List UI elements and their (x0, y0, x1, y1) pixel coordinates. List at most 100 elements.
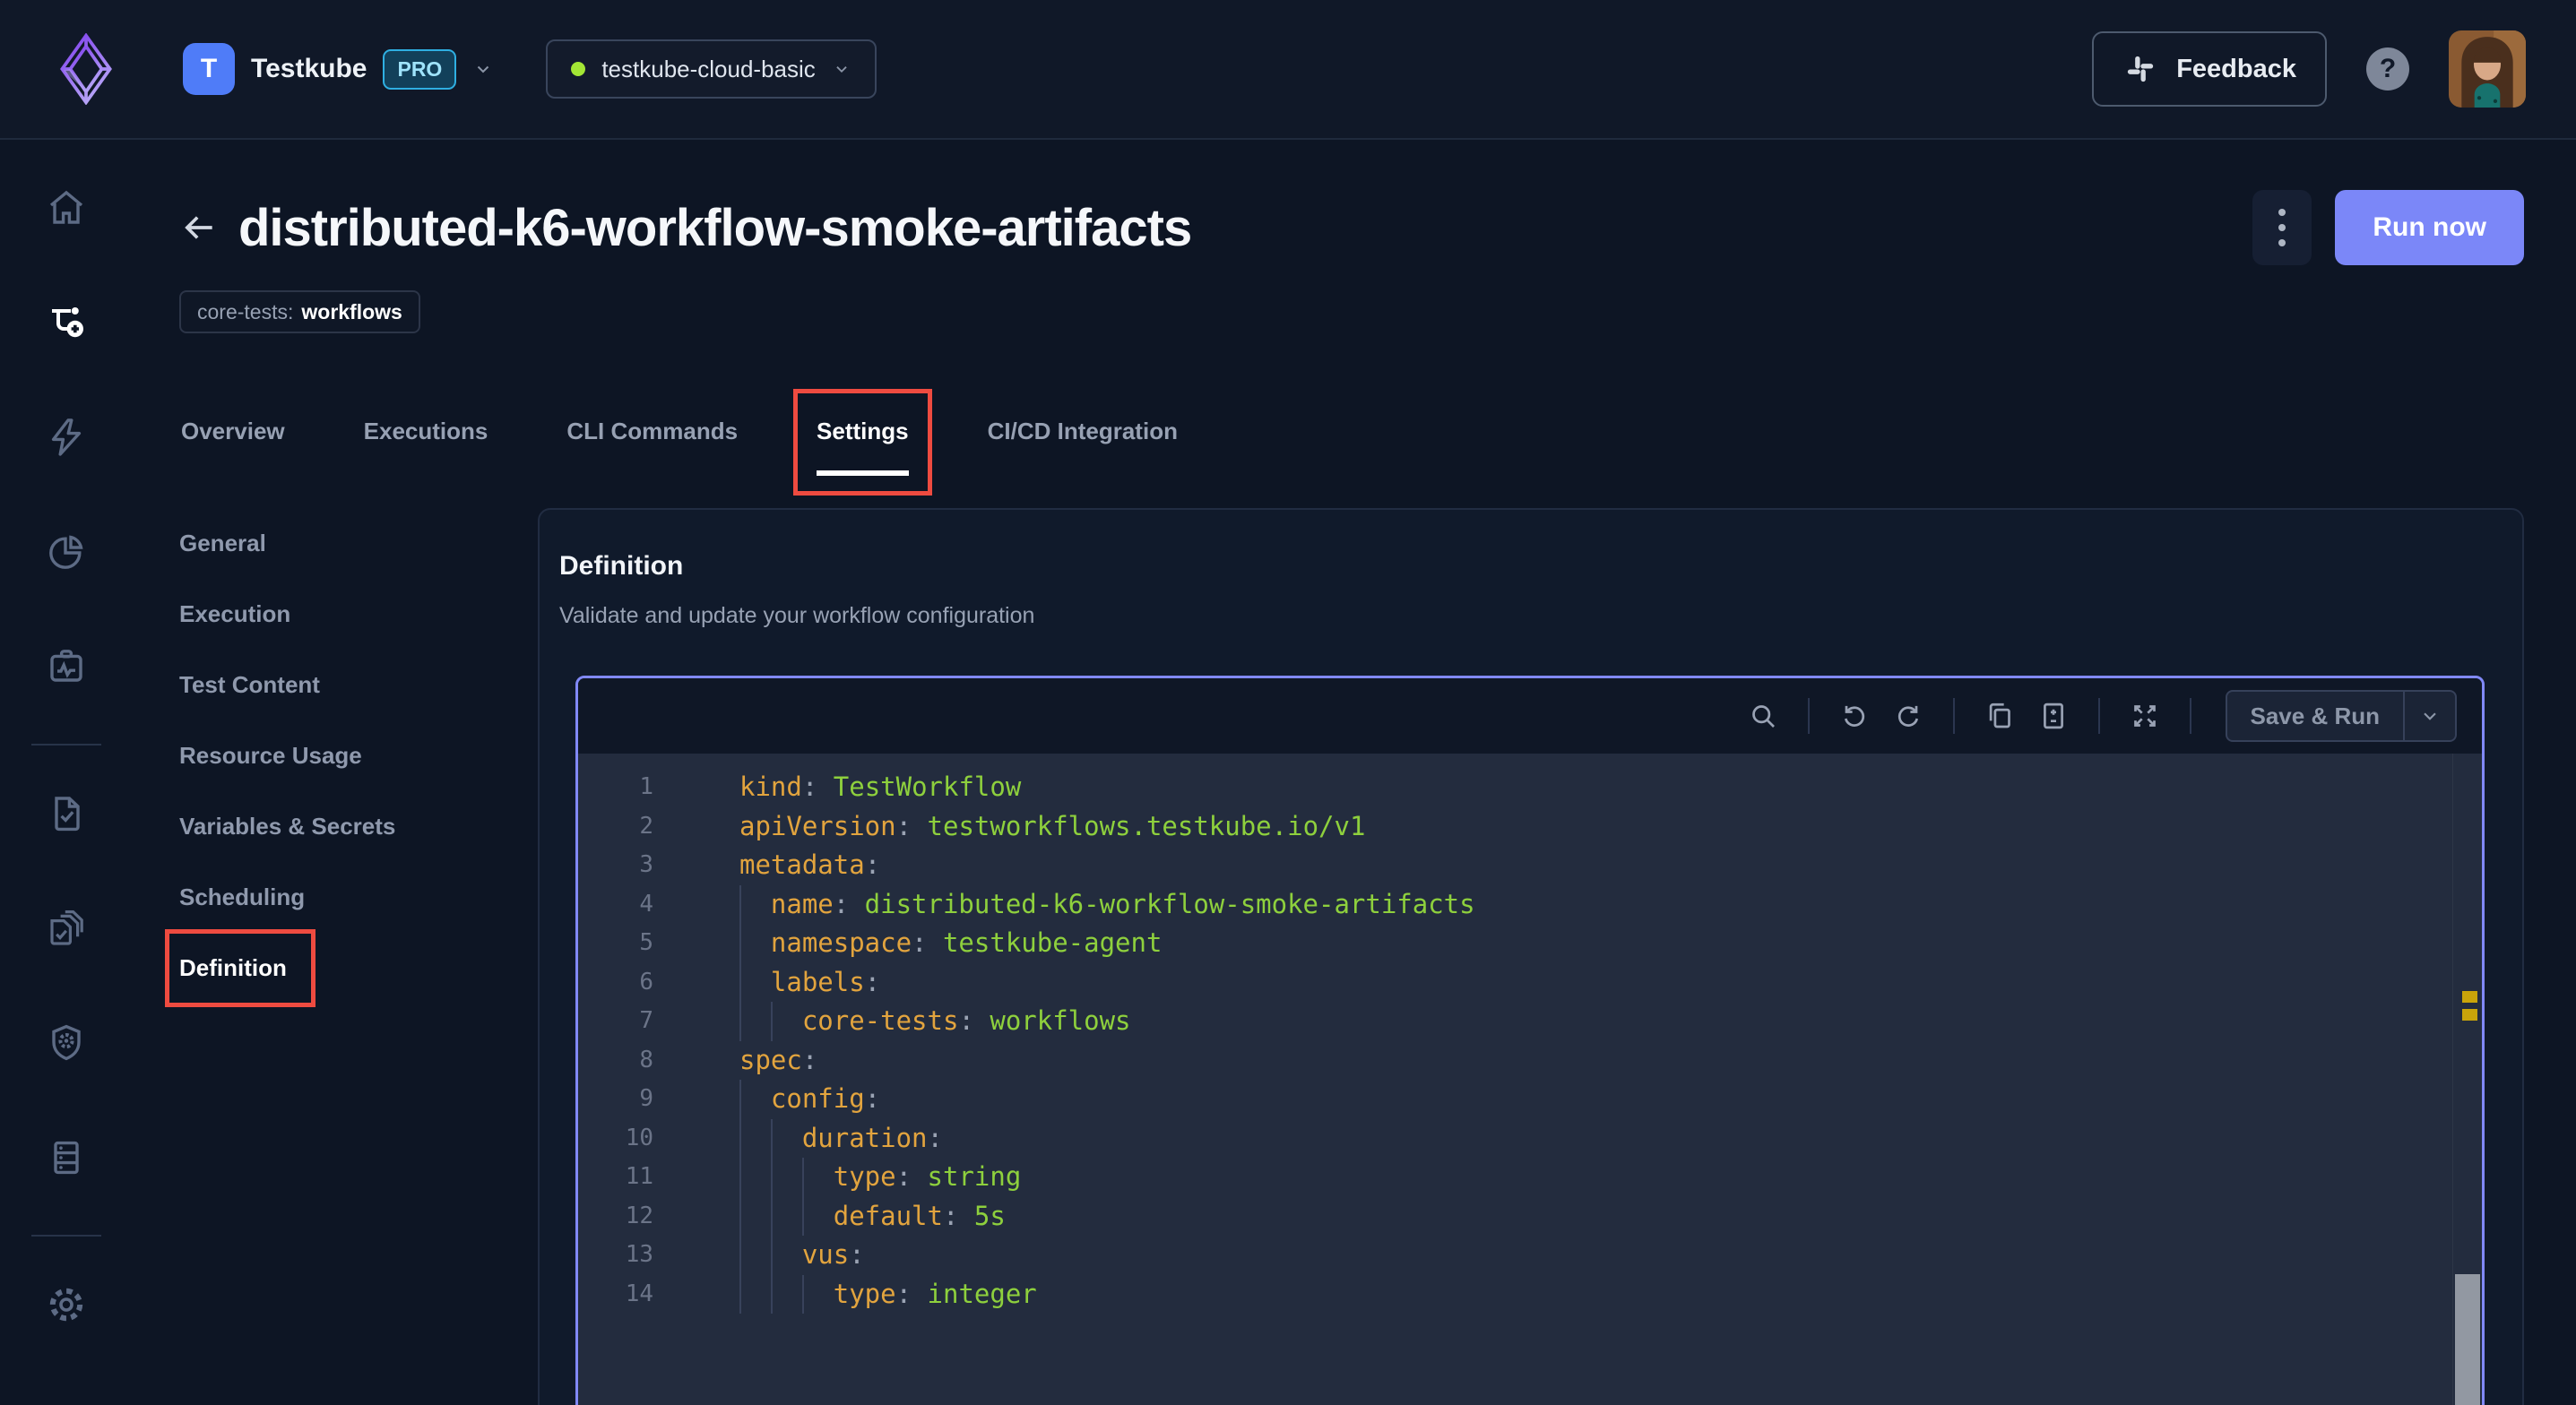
definition-panel: Definition Validate and update your work… (538, 508, 2524, 1405)
line-number: 8 (578, 1041, 653, 1081)
environment-name: testkube-cloud-basic (601, 56, 815, 83)
page-title: distributed-k6-workflow-smoke-artifacts (238, 198, 1191, 258)
org-name: Testkube (251, 54, 367, 84)
environment-selector[interactable]: testkube-cloud-basic (546, 39, 876, 99)
code-area[interactable]: 1kind: TestWorkflow2apiVersion: testwork… (578, 754, 2482, 1314)
warning-mark (2462, 1009, 2477, 1021)
undo-icon[interactable] (1838, 700, 1871, 732)
indent-guide (739, 1080, 741, 1119)
line-number: 2 (578, 807, 653, 847)
code-line[interactable]: 11type: string (578, 1158, 2482, 1197)
search-icon[interactable] (1747, 700, 1779, 732)
line-number: 11 (578, 1158, 653, 1197)
indent-guide (771, 1002, 773, 1041)
label-chip[interactable]: core-tests: workflows (179, 290, 420, 333)
label-chip-key: core-tests: (197, 300, 293, 324)
create-test-icon[interactable] (45, 301, 88, 344)
toolbar-divider (1953, 698, 1955, 734)
indent-guide (771, 1119, 773, 1159)
tab-overview[interactable]: Overview (181, 418, 285, 496)
settings-subnav: General Execution Test Content Resource Usa… (179, 508, 538, 1405)
code-line[interactable]: 3metadata: (578, 846, 2482, 885)
line-number: 9 (578, 1080, 653, 1119)
more-options-kebab-icon[interactable] (2252, 190, 2312, 265)
insights-pie-icon[interactable] (45, 530, 88, 573)
tabs: Overview Executions CLI Commands Settings CI… (179, 418, 2524, 496)
code-line[interactable]: 7core-tests: workflows (578, 1002, 2482, 1041)
line-number: 7 (578, 1002, 653, 1041)
indent-guide (802, 1158, 804, 1197)
tab-executions[interactable]: Executions (364, 418, 488, 496)
indent-guide (771, 1275, 773, 1314)
testkube-logo[interactable] (57, 33, 115, 105)
indent-guide (739, 1275, 741, 1314)
settings-gear-icon[interactable] (45, 1283, 88, 1326)
subnav-item-execution[interactable]: Execution (179, 600, 290, 628)
executors-server-icon[interactable] (45, 1136, 88, 1179)
subnav-item-scheduling[interactable]: Scheduling (179, 884, 305, 911)
test-suites-stack-icon[interactable] (45, 907, 88, 950)
toolbar-divider (2098, 698, 2100, 734)
tests-document-icon[interactable] (45, 792, 88, 835)
editor-scrollbar[interactable] (2455, 1274, 2480, 1405)
code-line[interactable]: 8spec: (578, 1041, 2482, 1081)
indent-guide (771, 1236, 773, 1275)
redo-icon[interactable] (1892, 700, 1924, 732)
line-number: 5 (578, 924, 653, 963)
subnav-item-variables-secrets[interactable]: Variables & Secrets (179, 813, 395, 840)
sidebar-divider (31, 1235, 101, 1237)
feedback-button[interactable]: Feedback (2092, 31, 2327, 107)
line-number: 4 (578, 885, 653, 925)
save-and-run-button[interactable]: Save & Run (2227, 692, 2404, 740)
code-line[interactable]: 13vus: (578, 1236, 2482, 1275)
line-number: 6 (578, 963, 653, 1003)
subnav-item-general[interactable]: General (179, 530, 266, 557)
panel-title: Definition (559, 551, 2485, 582)
copy-icon[interactable] (1984, 700, 2016, 732)
tab-cli-commands[interactable]: CLI Commands (566, 418, 738, 496)
user-avatar[interactable] (2449, 30, 2526, 108)
code-line[interactable]: 4name: distributed-k6-workflow-smoke-art… (578, 885, 2482, 925)
main-content: distributed-k6-workflow-smoke-artifacts … (133, 140, 2576, 1405)
expand-icon[interactable] (2129, 700, 2161, 732)
code-line[interactable]: 2apiVersion: testworkflows.testkube.io/v… (578, 807, 2482, 847)
line-number: 10 (578, 1119, 653, 1159)
overview-ruler (2452, 754, 2453, 1405)
webhooks-shield-icon[interactable] (45, 1021, 88, 1065)
indent-guide (739, 1002, 741, 1041)
tab-ci-cd-integration[interactable]: CI/CD Integration (988, 418, 1178, 496)
indent-guide (802, 1197, 804, 1237)
top-header: T Testkube PRO testkube-cloud-basic Feed… (0, 0, 2576, 140)
code-line[interactable]: 12default: 5s (578, 1197, 2482, 1237)
indent-guide (771, 1197, 773, 1237)
feedback-label: Feedback (2176, 55, 2296, 84)
back-arrow-icon[interactable] (179, 208, 219, 247)
plan-badge: PRO (383, 49, 456, 90)
diff-document-icon[interactable] (2037, 700, 2070, 732)
subnav-item-definition[interactable]: Definition (179, 954, 287, 982)
subnav-item-test-content[interactable]: Test Content (179, 671, 320, 699)
run-now-button[interactable]: Run now (2335, 190, 2524, 265)
monitoring-clipboard-icon[interactable] (45, 645, 88, 688)
chevron-down-icon[interactable] (2405, 692, 2455, 740)
indent-guide (739, 1236, 741, 1275)
panel-subtitle: Validate and update your workflow config… (559, 603, 2485, 629)
code-line[interactable]: 9config: (578, 1080, 2482, 1119)
tab-settings[interactable]: Settings (817, 418, 909, 496)
indent-guide (739, 1158, 741, 1197)
home-icon[interactable] (45, 186, 88, 229)
subnav-item-resource-usage[interactable]: Resource Usage (179, 742, 362, 770)
code-line[interactable]: 14type: integer (578, 1275, 2482, 1314)
left-sidebar (0, 140, 133, 1405)
code-line[interactable]: 10duration: (578, 1119, 2482, 1159)
code-line[interactable]: 6labels: (578, 963, 2482, 1003)
chevron-down-icon (832, 59, 851, 79)
code-line[interactable]: 1kind: TestWorkflow (578, 768, 2482, 807)
triggers-lightning-icon[interactable] (45, 416, 88, 459)
code-line[interactable]: 5namespace: testkube-agent (578, 924, 2482, 963)
chevron-down-icon (472, 58, 494, 80)
slack-icon (2122, 51, 2158, 87)
org-switcher[interactable]: T Testkube PRO (183, 43, 494, 95)
help-icon[interactable]: ? (2366, 47, 2409, 91)
line-number: 12 (578, 1197, 653, 1237)
